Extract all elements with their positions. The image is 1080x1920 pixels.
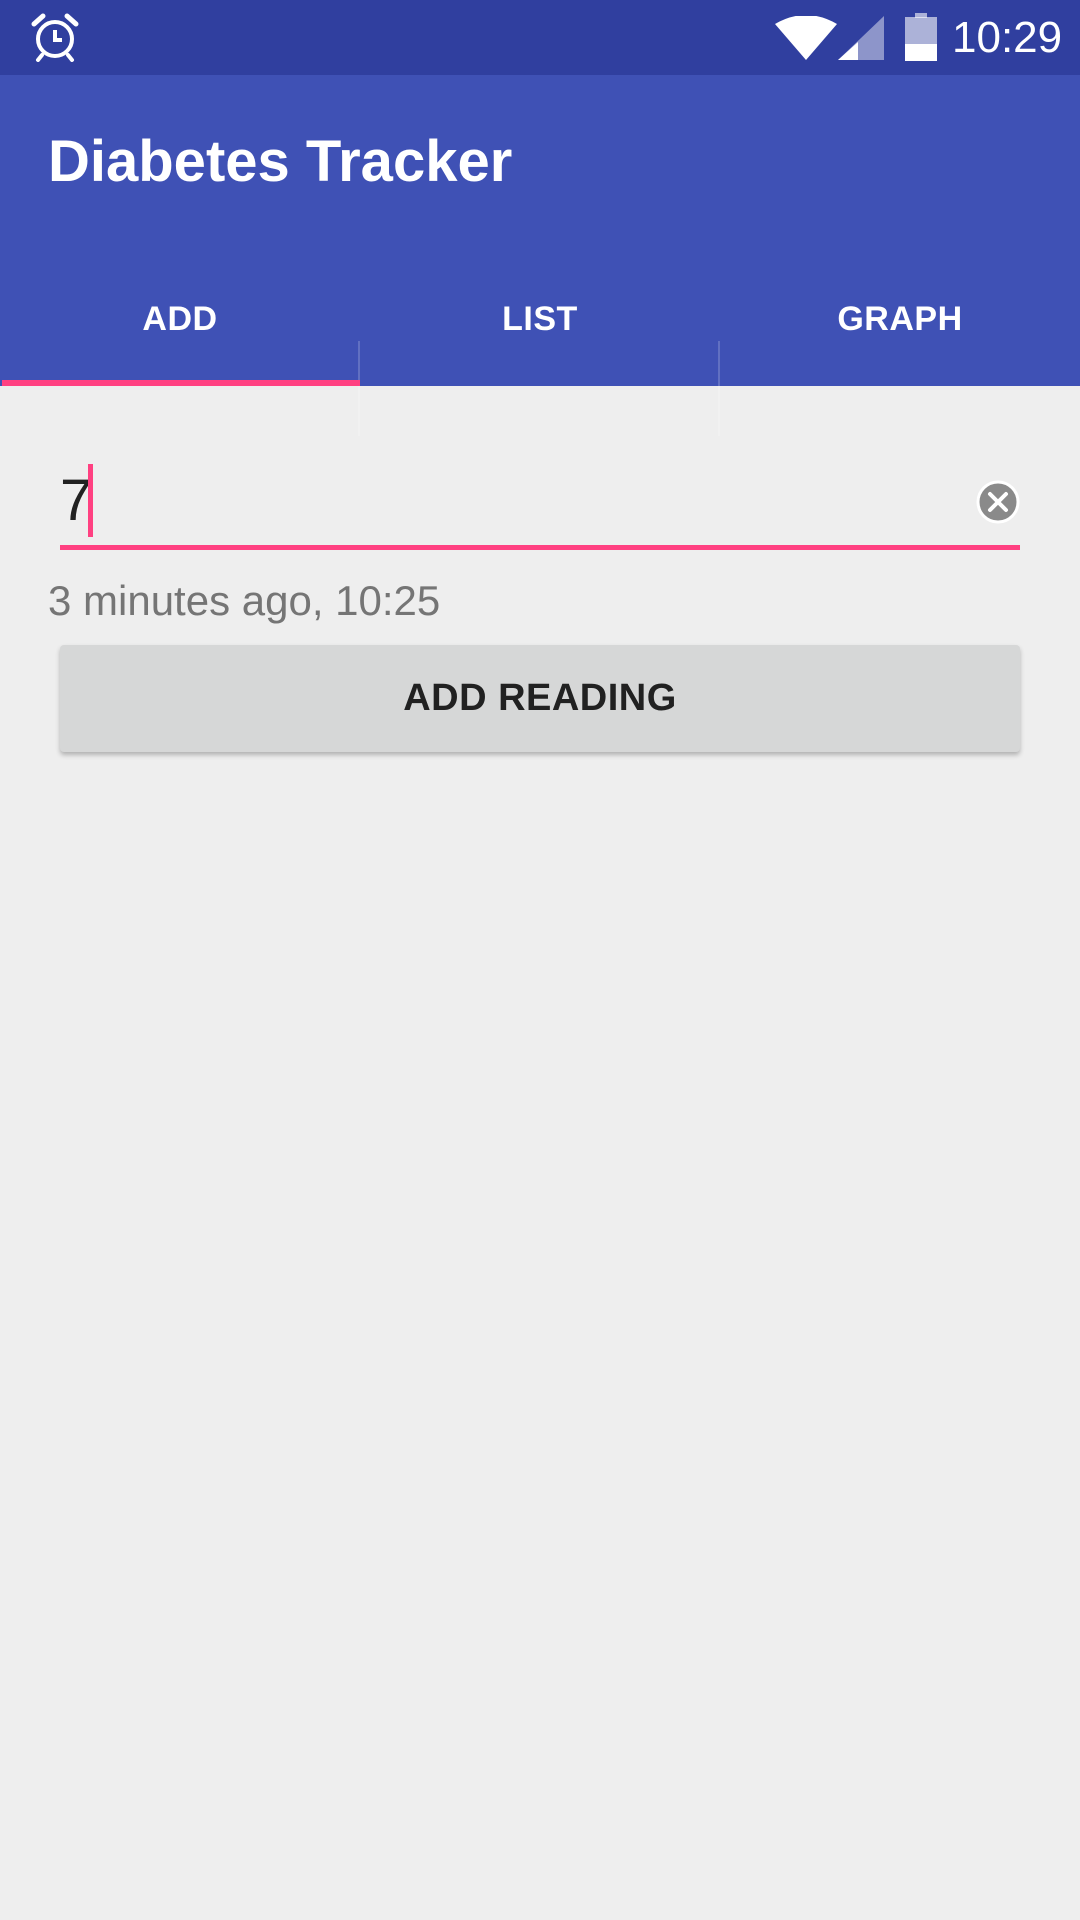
clear-icon[interactable] [976,480,1020,524]
battery-icon [905,13,937,61]
tab-indicator [2,380,360,386]
alarm-icon [31,13,79,62]
text-cursor [88,464,93,537]
status-time: 10:29 [952,13,1063,62]
tab-add-label: ADD [142,300,218,338]
tab-add[interactable]: ADD [0,265,360,436]
add-reading-button-label: ADD READING [403,677,677,719]
app-title: Diabetes Tracker [48,129,513,194]
tab-graph-label: GRAPH [837,300,963,338]
tab-list[interactable]: LIST [360,265,720,436]
wifi-icon [775,16,837,60]
reading-input[interactable]: 7 [60,460,1020,550]
signal-icon [838,16,884,60]
tab-bar: ADD LIST GRAPH [0,265,1080,436]
reading-timestamp[interactable]: 3 minutes ago, 10:25 [48,574,440,628]
tab-list-label: LIST [502,300,578,338]
status-bar: 10:29 [0,0,1080,75]
tab-graph[interactable]: GRAPH [720,265,1080,386]
add-reading-button[interactable]: ADD READING [60,645,1020,752]
app-bar: Diabetes Tracker ADD LIST GRAPH [0,75,1080,436]
